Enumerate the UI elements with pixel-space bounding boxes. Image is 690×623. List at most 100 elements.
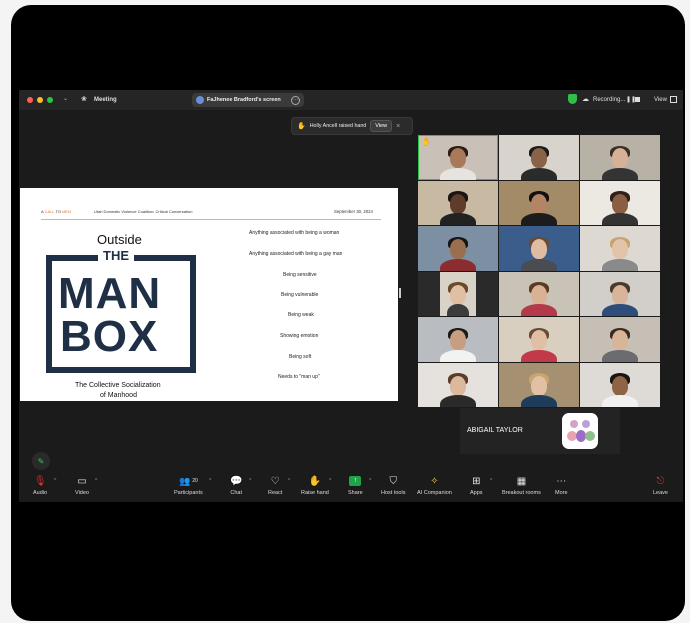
leave-label: Leave xyxy=(653,490,668,496)
participant-video-tile[interactable] xyxy=(499,226,579,271)
meeting-title: Meeting xyxy=(94,97,117,103)
slide-list-item: Anything associated with being a woman xyxy=(249,230,340,236)
cloud-recording-icon: ☁ xyxy=(582,96,589,103)
brand-a: A xyxy=(41,209,44,214)
minimize-window-button[interactable] xyxy=(37,97,43,103)
host-tools-button[interactable]: ⛉ Host tools xyxy=(381,475,406,497)
slide-list-item: Being soft xyxy=(289,354,312,360)
slide-outside-heading: Outside xyxy=(97,232,142,247)
notification-view-button[interactable]: View xyxy=(370,120,393,132)
share-screen-icon: ↑ xyxy=(349,475,362,487)
annotate-button[interactable]: ✎ xyxy=(32,452,50,470)
avatar xyxy=(562,413,598,449)
share-options-chevron-icon[interactable]: ^ xyxy=(369,478,371,484)
share-avatar-icon xyxy=(196,96,204,104)
audio-button[interactable]: 🎙 Audio xyxy=(33,475,47,497)
slide-list-item: Showing emotion xyxy=(280,333,319,339)
participant-video-tile[interactable] xyxy=(499,180,579,225)
slide-org: Utah Domestic Violence Coalition: Critic… xyxy=(94,209,193,214)
video-gallery: ✋ xyxy=(418,135,662,409)
more-label: More xyxy=(555,490,568,496)
zoom-window-button[interactable] xyxy=(47,97,53,103)
slide-caption-line1: The Collective Socialization xyxy=(75,382,161,389)
hand-icon: ✋ xyxy=(308,475,322,487)
react-button[interactable]: ♡ React xyxy=(268,475,283,497)
leave-button[interactable]: ⎋ Leave xyxy=(653,475,668,497)
raised-hand-icon: ✋ xyxy=(421,137,431,146)
paw-icon: ❀ xyxy=(81,96,87,103)
react-options-chevron-icon[interactable]: ^ xyxy=(288,478,290,484)
participants-count: 20 xyxy=(192,478,198,484)
participant-video-tile[interactable] xyxy=(418,180,498,225)
close-icon[interactable]: × xyxy=(396,123,400,130)
share-button[interactable]: ↑ Share xyxy=(348,475,363,496)
participant-tile-abigail[interactable]: ABIGAIL TAYLOR xyxy=(460,408,620,454)
audio-options-chevron-icon[interactable]: ^ xyxy=(54,478,56,484)
participant-video-tile[interactable] xyxy=(499,317,579,362)
participant-video-tile[interactable] xyxy=(499,271,579,316)
share-options-icon[interactable]: ⋯ xyxy=(291,95,300,105)
security-shield-icon[interactable] xyxy=(568,94,577,104)
brand-call: CALL xyxy=(44,209,55,214)
view-grid-icon[interactable] xyxy=(670,96,677,103)
participant-video-tile[interactable] xyxy=(499,135,579,180)
participants-button[interactable]: 👥 20 Participants xyxy=(174,475,203,497)
more-button[interactable]: ⋯ More xyxy=(555,475,568,497)
video-button[interactable]: ▭ Video xyxy=(75,475,89,497)
apps-button[interactable]: ⊞ Apps xyxy=(470,475,483,497)
video-options-chevron-icon[interactable]: ^ xyxy=(95,478,97,484)
raise-hand-label: Raise hand xyxy=(301,490,329,496)
participant-video-tile[interactable] xyxy=(418,226,498,271)
slide-list-item: Being weak xyxy=(288,312,314,318)
meeting-toolbar: 🎙 Audio ^ ▭ Video ^ 👥 20 Participants ^ 💬… xyxy=(19,472,683,502)
brand-men: MEN xyxy=(62,209,71,214)
apps-options-chevron-icon[interactable]: ^ xyxy=(490,478,492,484)
slide-divider xyxy=(41,219,381,220)
slide-list-item: Needs to "man up" xyxy=(278,374,320,380)
slide-caption-line2: of Manhood xyxy=(100,392,137,399)
logo-box: BOX xyxy=(60,312,159,361)
participant-video-tile[interactable] xyxy=(499,362,579,407)
host-tools-label: Host tools xyxy=(381,490,406,496)
close-window-button[interactable] xyxy=(27,97,33,103)
breakout-rooms-button[interactable]: ▦ Breakout rooms xyxy=(502,475,541,497)
chat-label: Chat xyxy=(230,490,243,496)
raise-hand-button[interactable]: ✋ Raise hand xyxy=(301,475,329,497)
apps-icon: ⊞ xyxy=(472,475,481,487)
participant-video-tile[interactable] xyxy=(418,271,498,316)
participant-video-tile[interactable] xyxy=(580,180,660,225)
chat-options-chevron-icon[interactable]: ^ xyxy=(249,478,251,484)
participant-video-tile[interactable] xyxy=(580,317,660,362)
participant-video-tile[interactable] xyxy=(580,271,660,316)
video-label: Video xyxy=(75,490,89,496)
raise-hand-options-chevron-icon[interactable]: ^ xyxy=(329,478,331,484)
participant-video-tile[interactable] xyxy=(418,362,498,407)
chevron-down-icon[interactable]: ⌄ xyxy=(63,95,68,102)
shared-slide: A CALL TO MEN Utah Domestic Violence Coa… xyxy=(20,188,398,401)
share-label: Share xyxy=(348,490,363,496)
stop-recording-icon[interactable] xyxy=(635,97,640,102)
ai-companion-button[interactable]: ✧ AI Companion xyxy=(417,475,452,497)
notification-text: Holly Ancell raised hand xyxy=(309,123,367,129)
share-label: FaJhenee Bradford's screen xyxy=(207,97,281,103)
zoom-window: ⌄ ❀ Meeting FaJhenee Bradford's screen ⋯… xyxy=(19,90,683,502)
screen-share-indicator[interactable]: FaJhenee Bradford's screen ⋯ xyxy=(192,93,304,107)
slide-date: September 30, 2024 xyxy=(334,209,373,214)
participant-video-tile[interactable] xyxy=(418,317,498,362)
participants-options-chevron-icon[interactable]: ^ xyxy=(209,478,211,484)
slide-header: A CALL TO MEN xyxy=(41,209,71,214)
participant-video-tile[interactable] xyxy=(580,226,660,271)
breakout-grid-icon: ▦ xyxy=(516,475,527,487)
raised-hand-notification: ✋ Holly Ancell raised hand View × xyxy=(291,117,413,135)
participant-video-tile[interactable]: ✋ xyxy=(418,135,498,180)
split-resize-handle[interactable] xyxy=(399,288,401,298)
view-menu[interactable]: View xyxy=(654,97,667,103)
chat-button[interactable]: 💬 Chat xyxy=(230,475,243,497)
react-label: React xyxy=(268,490,283,496)
breakout-rooms-label: Breakout rooms xyxy=(502,490,541,496)
more-icon: ⋯ xyxy=(556,475,567,487)
slide-list-item: Anything associated with being a gay man xyxy=(249,251,343,257)
raised-hand-icon: ✋ xyxy=(297,123,306,130)
participant-video-tile[interactable] xyxy=(580,362,660,407)
participant-video-tile[interactable] xyxy=(580,135,660,180)
